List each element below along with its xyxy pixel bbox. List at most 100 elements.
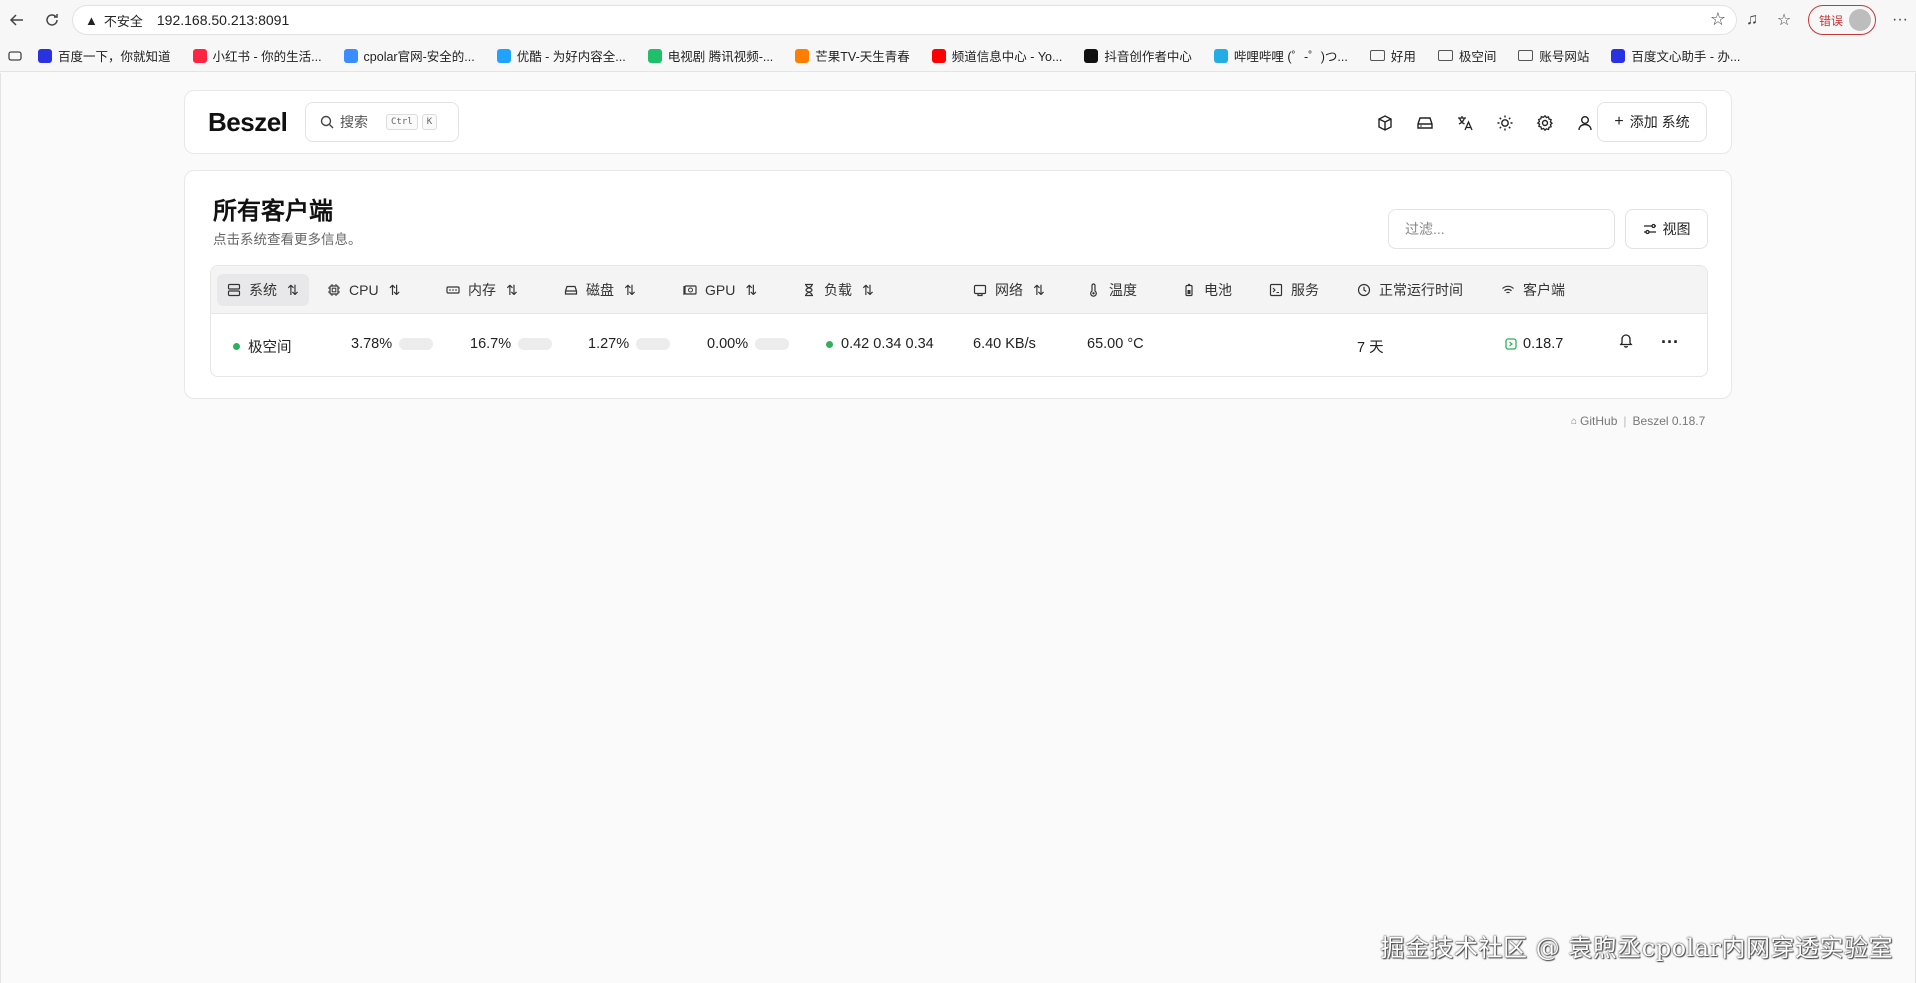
shortcut-ctrl: Ctrl bbox=[386, 114, 418, 130]
bookmark-folder[interactable]: 好用 bbox=[1369, 46, 1416, 65]
bookmark-item[interactable]: 抖音创作者中心 bbox=[1084, 46, 1192, 65]
warning-icon[interactable]: ▲ bbox=[85, 13, 98, 28]
column-header-cpu[interactable]: CPU ⇅ bbox=[327, 274, 400, 306]
table-row[interactable]: 极空间 3.78% 16.7% 1.27% 0.00% 0.42 0.34 0.… bbox=[211, 314, 1707, 376]
column-header-temperature[interactable]: 温度 bbox=[1087, 274, 1137, 306]
column-header-agent[interactable]: 客户端 bbox=[1501, 274, 1565, 306]
containers-icon[interactable] bbox=[1365, 107, 1405, 139]
cpu-value: 3.78% bbox=[351, 336, 393, 352]
column-label: 内存 bbox=[468, 282, 496, 298]
favicon-icon bbox=[192, 48, 207, 63]
more-actions-icon[interactable]: ··· bbox=[1661, 332, 1679, 353]
search-label: 搜索 bbox=[340, 114, 368, 130]
address-bar[interactable]: ▲ 不安全 192.168.50.213:8091 ☆ bbox=[72, 5, 1737, 35]
bookmark-item[interactable]: 百度文心助手 - 办... bbox=[1611, 46, 1740, 65]
more-menu-icon[interactable]: ··· bbox=[1884, 4, 1916, 36]
column-header-disk[interactable]: 磁盘 ⇅ bbox=[564, 274, 636, 306]
github-link[interactable]: GitHub bbox=[1580, 414, 1617, 428]
page-content: Beszel 搜索 Ctrl K + 添加 系统 所有客户端 点击系统查看更多信… bbox=[0, 73, 1916, 983]
bookmark-label: 电视剧 腾讯视频-... bbox=[667, 50, 774, 64]
settings-gear-icon[interactable] bbox=[1525, 107, 1565, 139]
avatar bbox=[1849, 9, 1871, 31]
gpu-cell: 0.00% bbox=[707, 336, 790, 352]
terminal-icon bbox=[1269, 283, 1283, 297]
security-label[interactable]: 不安全 bbox=[104, 11, 143, 30]
drive-icon[interactable] bbox=[1405, 107, 1445, 139]
favicon-icon bbox=[1213, 48, 1228, 63]
logo[interactable]: Beszel bbox=[208, 107, 288, 138]
folder-icon bbox=[1437, 50, 1453, 61]
sort-icon: ⇅ bbox=[745, 281, 758, 298]
favicon-icon bbox=[931, 48, 946, 63]
server-icon bbox=[227, 283, 241, 297]
disk-value: 1.27% bbox=[588, 336, 630, 352]
column-label: 网络 bbox=[995, 282, 1023, 298]
bookmark-folder[interactable]: 账号网站 bbox=[1518, 46, 1589, 65]
plus-icon: + bbox=[1614, 113, 1624, 130]
footer-separator: | bbox=[1623, 414, 1627, 428]
load-status-dot bbox=[826, 340, 833, 348]
bookmark-item[interactable]: 哔哩哔哩 (゜-゜)つ... bbox=[1213, 46, 1348, 65]
url-text[interactable]: 192.168.50.213:8091 bbox=[157, 12, 289, 28]
reload-icon[interactable] bbox=[40, 8, 64, 32]
bookmark-label: 极空间 bbox=[1458, 50, 1497, 64]
column-header-services[interactable]: 服务 bbox=[1269, 274, 1319, 306]
bookmark-label: 小红书 - 你的生活... bbox=[212, 50, 322, 64]
system-cell[interactable]: 极空间 bbox=[233, 336, 292, 357]
column-header-battery[interactable]: 电池 bbox=[1182, 274, 1232, 306]
bookmark-star-icon[interactable]: ☆ bbox=[1710, 9, 1726, 30]
disk-icon bbox=[564, 283, 578, 297]
network-value: 6.40 KB/s bbox=[973, 336, 1036, 352]
column-header-uptime[interactable]: 正常运行时间 bbox=[1357, 274, 1463, 306]
bookmark-folder[interactable]: 极空间 bbox=[1437, 46, 1497, 65]
battery-icon bbox=[1182, 283, 1196, 297]
profile-error-button[interactable]: 错误 bbox=[1807, 5, 1876, 35]
sort-icon: ⇅ bbox=[624, 281, 636, 298]
bookmark-item[interactable]: 优酷 - 为好内容全... bbox=[496, 46, 626, 65]
cpu-icon bbox=[327, 283, 341, 297]
media-icon[interactable]: ♫ bbox=[1736, 4, 1768, 36]
favicon-icon bbox=[1084, 48, 1099, 63]
language-icon[interactable] bbox=[1445, 107, 1485, 139]
bookmark-item[interactable]: 小红书 - 你的生活... bbox=[192, 46, 322, 65]
search-button[interactable]: 搜索 Ctrl K bbox=[305, 102, 459, 142]
bookmark-item[interactable]: 电视剧 腾讯视频-... bbox=[647, 46, 774, 65]
column-header-gpu[interactable]: GPU ⇅ bbox=[683, 274, 757, 306]
memory-icon bbox=[446, 283, 460, 297]
theme-sun-icon[interactable] bbox=[1485, 107, 1525, 139]
bookmark-item[interactable]: cpolar官网-安全的... bbox=[343, 46, 475, 65]
app-header: Beszel 搜索 Ctrl K + 添加 系统 bbox=[184, 90, 1732, 154]
bookmark-item[interactable]: 百度一下，你就知道 bbox=[38, 46, 171, 65]
disk-meter bbox=[636, 338, 671, 350]
add-system-button[interactable]: + 添加 系统 bbox=[1597, 102, 1707, 142]
system-name: 极空间 bbox=[248, 340, 292, 356]
bookmark-item[interactable]: 频道信息中心 - Yo... bbox=[931, 46, 1062, 65]
sort-icon: ⇅ bbox=[506, 281, 518, 298]
column-header-load[interactable]: 负载 ⇅ bbox=[802, 274, 874, 306]
sort-icon: ⇅ bbox=[287, 281, 299, 298]
bookmark-label: 百度一下，你就知道 bbox=[58, 50, 171, 64]
back-icon[interactable] bbox=[5, 8, 29, 32]
view-button[interactable]: 视图 bbox=[1625, 209, 1708, 249]
favorites-icon[interactable]: ☆ bbox=[1768, 4, 1800, 36]
column-label: CPU bbox=[349, 282, 379, 298]
filter-input[interactable]: 过滤... bbox=[1388, 209, 1615, 249]
gpu-value: 0.00% bbox=[707, 336, 749, 352]
column-label: 磁盘 bbox=[586, 282, 614, 298]
memory-value: 16.7% bbox=[470, 336, 512, 352]
favicon-icon bbox=[496, 48, 511, 63]
column-header-network[interactable]: 网络 ⇅ bbox=[973, 274, 1045, 306]
agent-version-icon bbox=[1505, 338, 1517, 350]
shortcut-k: K bbox=[421, 114, 438, 130]
clock-icon bbox=[1357, 283, 1371, 297]
gpu-icon bbox=[683, 283, 697, 297]
version-link[interactable]: Beszel 0.18.7 bbox=[1633, 414, 1706, 428]
column-header-system[interactable]: 系统 ⇅ bbox=[217, 274, 309, 306]
load-value: 0.42 0.34 0.34 bbox=[841, 336, 934, 352]
bell-icon[interactable] bbox=[1618, 332, 1634, 348]
error-label: 错误 bbox=[1818, 13, 1843, 28]
column-header-memory[interactable]: 内存 ⇅ bbox=[446, 274, 518, 306]
bookmarks-toggle-icon[interactable] bbox=[8, 50, 22, 62]
column-label: 电池 bbox=[1204, 282, 1232, 298]
bookmark-item[interactable]: 芒果TV-天生青春 bbox=[795, 46, 910, 65]
